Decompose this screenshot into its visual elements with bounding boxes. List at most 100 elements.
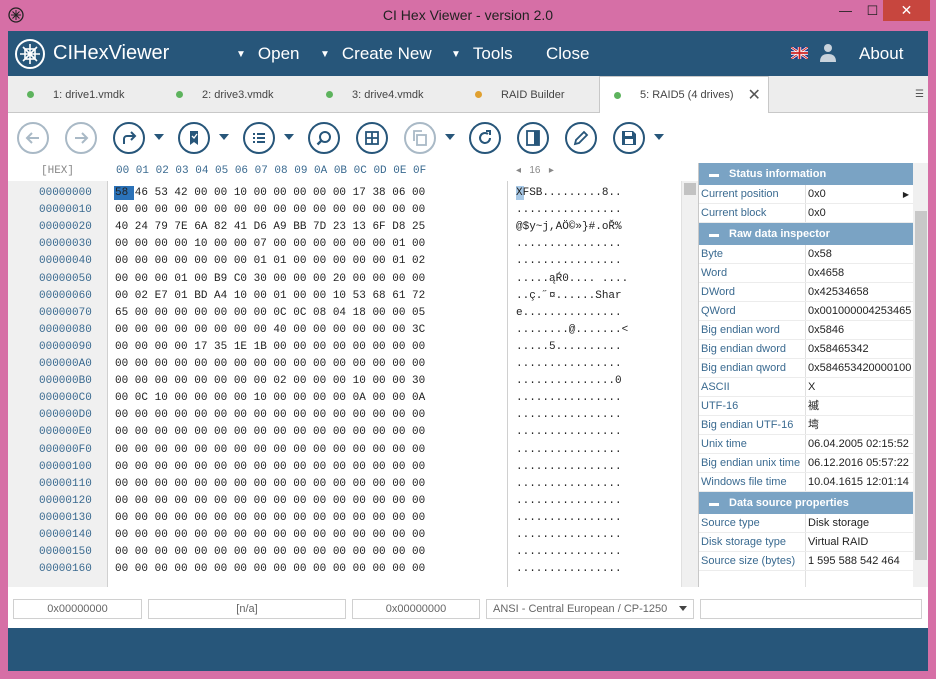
refresh-button[interactable] [469,122,501,154]
tab-drive1[interactable]: 1: drive1.vmdk [27,76,125,113]
hex-row[interactable]: 00 00 00 00 00 00 00 00 00 00 00 00 00 0… [115,478,425,490]
status-bar: 0x00000000 [n/a] 0x00000000 ANSI - Centr… [8,597,928,621]
copy-button[interactable] [404,122,436,154]
ascii-row[interactable]: ................ [516,444,622,456]
user-icon[interactable] [820,43,836,62]
bookmark-dropdown-icon[interactable] [219,134,229,140]
side-scrollbar[interactable] [913,163,928,587]
ascii-row[interactable]: ................ [516,255,622,267]
column-headers: 00 01 02 03 04 05 06 07 08 09 0A 0B 0C 0… [116,165,427,177]
ascii-row[interactable]: ................ [516,512,622,524]
save-button[interactable] [613,122,645,154]
hex-row[interactable]: 00 00 00 00 00 00 00 00 40 00 00 00 00 0… [115,324,425,336]
menu-about[interactable]: About [859,44,903,64]
hex-row[interactable]: 00 00 00 00 17 35 1E 1B 00 00 00 00 00 0… [115,341,425,353]
edit-button[interactable] [565,122,597,154]
goto-button[interactable] [113,122,145,154]
raw-inspector-header[interactable]: ▬ Raw data inspector [699,223,913,245]
scroll-thumb[interactable] [915,211,927,560]
hex-row[interactable]: 00 00 00 00 10 00 00 07 00 00 00 00 00 0… [115,238,425,250]
status-info-header[interactable]: ▬ Status information [699,163,913,185]
ascii-row[interactable]: .....5.......... [516,341,622,353]
hex-row[interactable]: 00 00 00 00 00 00 00 00 00 00 00 00 00 0… [115,444,425,456]
chevron-down-icon [679,606,687,611]
page-next-icon[interactable]: ▸ [549,165,554,176]
ascii-row[interactable]: ................ [516,426,622,438]
property-key: Byte [701,248,724,260]
ascii-row[interactable]: ................ [516,204,622,216]
back-button[interactable] [17,122,49,154]
hex-row[interactable]: 58 46 53 42 00 00 10 00 00 00 00 00 17 3… [115,187,425,199]
hex-row[interactable]: 65 00 00 00 00 00 00 00 0C 0C 08 04 18 0… [115,307,425,319]
hex-row[interactable]: 00 00 00 00 00 00 00 00 00 00 00 00 00 0… [115,409,425,421]
tab-list-icon[interactable]: ☰ [915,89,924,100]
hex-row[interactable]: 00 00 00 00 00 00 00 01 01 00 00 00 00 0… [115,255,425,267]
hex-row[interactable]: 00 00 00 00 00 00 00 00 00 00 00 00 00 0… [115,358,425,370]
ascii-row[interactable]: ........@.......< [516,324,628,336]
encoding-select[interactable]: ANSI - Central European / CP-1250 [486,599,694,619]
tab-drive3[interactable]: 2: drive3.vmdk [176,76,274,113]
ascii-row[interactable]: XFSB.........8.. [516,187,622,199]
uk-flag-icon[interactable] [791,47,808,59]
ascii-row[interactable]: ................ [516,529,622,541]
hex-row[interactable]: 00 00 00 00 00 00 00 00 00 00 00 00 00 0… [115,563,425,575]
hex-row[interactable]: 00 00 00 00 00 00 00 00 00 00 00 00 00 0… [115,204,425,216]
hex-view[interactable]: 00000000 00000010 00000020 00000030 00000040… [8,181,698,587]
close-window-button[interactable]: ✕ [883,0,930,21]
ascii-row[interactable]: ...............0 [516,375,622,387]
ascii-row[interactable]: ................ [516,546,622,558]
ascii-row[interactable]: ................ [516,358,622,370]
panel-button[interactable] [517,122,549,154]
copy-dropdown-icon[interactable] [445,134,455,140]
menu-tools[interactable]: ▼ Tools [451,44,513,64]
scroll-thumb[interactable] [684,183,696,195]
ascii-row[interactable]: ................ [516,478,622,490]
grid-button[interactable] [356,122,388,154]
hex-row[interactable]: 00 00 00 00 00 00 00 00 02 00 00 00 10 0… [115,375,425,387]
maximize-button[interactable]: ☐ [859,0,886,21]
page-prev-icon[interactable]: ◂ [516,165,521,176]
save-dropdown-icon[interactable] [654,134,664,140]
ascii-row[interactable]: ................ [516,563,622,575]
hex-scrollbar[interactable] [681,181,698,587]
close-tab-icon[interactable]: ✕ [748,85,761,105]
ascii-row[interactable]: ................ [516,495,622,507]
ascii-column[interactable]: XFSB.........8.................. @$y~j,AÖ… [508,181,678,587]
search-button[interactable] [308,122,340,154]
tab-drive4[interactable]: 3: drive4.vmdk [326,76,424,113]
tab-raid-builder[interactable]: RAID Builder [475,76,565,113]
goto-dropdown-icon[interactable] [154,134,164,140]
hex-row[interactable]: 00 00 00 01 00 B9 C0 30 00 00 00 20 00 0… [115,273,425,285]
hex-row[interactable]: 00 00 00 00 00 00 00 00 00 00 00 00 00 0… [115,461,425,473]
menu-open[interactable]: ▼ Open [236,44,300,64]
bookmark-button[interactable] [178,122,210,154]
hex-row[interactable]: 00 00 00 00 00 00 00 00 00 00 00 00 00 0… [115,426,425,438]
hex-row[interactable]: 00 00 00 00 00 00 00 00 00 00 00 00 00 0… [115,512,425,524]
ascii-row[interactable]: ................ [516,461,622,473]
ascii-row[interactable]: e............... [516,307,622,319]
hex-bytes-column[interactable]: 58 46 53 42 00 00 10 00 00 00 00 00 17 3… [108,181,508,587]
hex-row[interactable]: 00 00 00 00 00 00 00 00 00 00 00 00 00 0… [115,546,425,558]
ascii-row[interactable]: ................ [516,238,622,250]
ascii-row[interactable]: ................ [516,392,622,404]
menu-close[interactable]: Close [546,44,589,64]
list-dropdown-icon[interactable] [284,134,294,140]
ascii-row[interactable]: .....ąŔ0.... .... [516,273,628,285]
minimize-button[interactable]: — [832,0,859,21]
expand-arrow-icon[interactable]: ▶ [903,185,909,204]
ascii-row[interactable]: ................ [516,409,622,421]
hex-row[interactable]: 00 00 00 00 00 00 00 00 00 00 00 00 00 0… [115,495,425,507]
data-source-header[interactable]: ▬ Data source properties [699,492,913,514]
hex-row[interactable]: 40 24 79 7E 6A 82 41 D6 A9 BB 7D 23 13 6… [115,221,425,233]
hex-row[interactable]: 00 00 00 00 00 00 00 00 00 00 00 00 00 0… [115,529,425,541]
ascii-row[interactable]: @$y~j,AÖ©»}#.oŘ% [516,221,622,233]
property-row: Disk storage type Virtual RAID [699,533,913,552]
list-button[interactable] [243,122,275,154]
menu-create-new[interactable]: ▼ Create New [320,44,432,64]
forward-button[interactable] [65,122,97,154]
hex-row[interactable]: 00 02 E7 01 BD A4 10 00 01 00 00 10 53 6… [115,290,425,302]
hex-row[interactable]: 00 0C 10 00 00 00 00 10 00 00 00 00 0A 0… [115,392,425,404]
ascii-row[interactable]: ..ç.˝¤......Shar [516,290,622,302]
property-row: Big endian unix time 06.12.2016 05:57:22 [699,454,913,473]
tab-raid5[interactable]: 5: RAID5 (4 drives) ✕ [599,76,769,114]
